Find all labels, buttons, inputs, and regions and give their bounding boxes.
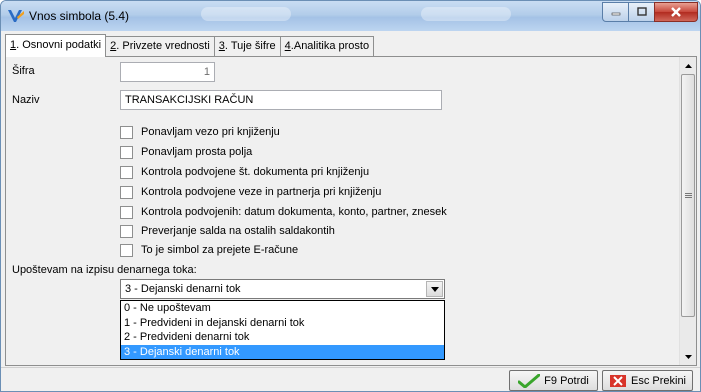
- minimize-button[interactable]: [602, 2, 629, 22]
- cashflow-dropdown-list: 0 - Ne upoštevam 1 - Predvideni in dejan…: [120, 300, 445, 360]
- sifra-label: Šifra: [12, 65, 35, 77]
- cashflow-select-value: 3 - Dejanski denarni tok: [125, 283, 241, 295]
- sifra-field[interactable]: 1: [120, 62, 215, 82]
- checkbox-box[interactable]: [120, 205, 133, 219]
- dropdown-option[interactable]: 0 - Ne upoštevam: [121, 301, 444, 316]
- checkbox-box[interactable]: [120, 125, 133, 139]
- title-glow-decor: [421, 7, 511, 21]
- checkbox-label: Kontrola podvojenih: datum dokumenta, ko…: [141, 206, 447, 218]
- checkbox-kontrola-veze-partnerja[interactable]: Kontrola podvojene veze in partnerja pri…: [120, 184, 381, 200]
- checkbox-label: Preverjanje salda na ostalih saldakontih: [141, 225, 335, 237]
- checkbox-label: To je simbol za prejete E-račune: [141, 244, 299, 256]
- checkmark-icon: [518, 373, 541, 388]
- scrollbar-thumb[interactable]: [681, 74, 695, 317]
- checkbox-box[interactable]: [120, 224, 133, 238]
- button-bar: F9 Potrdi Esc Prekini: [1, 367, 700, 391]
- close-button[interactable]: [654, 2, 698, 22]
- tab-osnovni-podatki[interactable]: 1. Osnovni podatki: [5, 34, 107, 57]
- cashflow-select[interactable]: 3 - Dejanski denarni tok: [120, 279, 445, 299]
- cancel-button[interactable]: Esc Prekini: [602, 370, 693, 391]
- tab-privzete-vrednosti[interactable]: 2. Privzete vrednosti: [105, 36, 215, 56]
- tab-label: .Analitika prosto: [290, 40, 370, 52]
- minimize-icon: [611, 12, 620, 16]
- checkbox-e-racuni[interactable]: To je simbol za prejete E-račune: [120, 242, 298, 258]
- confirm-button[interactable]: F9 Potrdi: [509, 370, 598, 391]
- dropdown-option-selected[interactable]: 3 - Dejanski denarni tok: [121, 344, 444, 359]
- naziv-field[interactable]: TRANSAKCIJSKI RAČUN: [120, 90, 442, 110]
- title-bar[interactable]: Vnos simbola (5.4): [1, 1, 700, 31]
- checkbox-ponavljam-vezo[interactable]: Ponavljam vezo pri knjiženju: [120, 124, 280, 140]
- checkbox-label: Ponavljam prosta polja: [141, 146, 253, 158]
- grip-icon: [684, 192, 692, 198]
- chevron-down-icon: [430, 286, 439, 292]
- checkbox-box[interactable]: [120, 145, 133, 159]
- checkbox-ponavljam-prosta-polja[interactable]: Ponavljam prosta polja: [120, 144, 252, 160]
- naziv-label: Naziv: [12, 94, 40, 106]
- checkbox-kontrola-podvojenih[interactable]: Kontrola podvojenih: datum dokumenta, ko…: [120, 204, 447, 220]
- tab-label: . Osnovni podatki: [16, 39, 102, 51]
- vertical-scrollbar[interactable]: [679, 57, 696, 365]
- checkbox-label: Kontrola podvojene št. dokumenta pri knj…: [141, 166, 370, 178]
- window-title: Vnos simbola (5.4): [29, 9, 130, 23]
- scroll-up-button[interactable]: [680, 57, 696, 74]
- checkbox-preverjanje-salda[interactable]: Preverjanje salda na ostalih saldakontih: [120, 223, 335, 239]
- close-icon: [609, 374, 626, 387]
- tab-content-panel: Šifra 1 Naziv TRANSAKCIJSKI RAČUN Ponavl…: [5, 56, 697, 366]
- app-icon: [8, 10, 24, 22]
- cancel-button-label: Esc Prekini: [630, 374, 687, 387]
- checkbox-label: Ponavljam vezo pri knjiženju: [141, 126, 280, 138]
- title-glow-decor: [201, 7, 291, 21]
- confirm-button-label: F9 Potrdi: [544, 374, 589, 387]
- tab-label: . Privzete vrednosti: [116, 40, 210, 52]
- tab-strip: 1. Osnovni podatki 2. Privzete vrednosti…: [5, 34, 375, 57]
- arrow-up-icon: [684, 63, 692, 68]
- checkbox-label: Kontrola podvojene veze in partnerja pri…: [141, 186, 382, 198]
- checkbox-kontrola-st-dokumenta[interactable]: Kontrola podvojene št. dokumenta pri knj…: [120, 164, 369, 180]
- arrow-down-icon: [684, 354, 692, 359]
- checkbox-box[interactable]: [120, 165, 133, 179]
- scroll-down-button[interactable]: [680, 348, 696, 365]
- cashflow-label: Upoštevam na izpisu denarnega toka:: [12, 264, 197, 276]
- checkbox-box[interactable]: [120, 185, 133, 199]
- maximize-button[interactable]: [628, 2, 655, 22]
- dropdown-option[interactable]: 2 - Predvideni denarni tok: [121, 330, 444, 345]
- dialog-window: Vnos simbola (5.4) 1. Osnovni podatki 2.…: [0, 0, 701, 392]
- maximize-icon: [636, 7, 647, 16]
- dropdown-option[interactable]: 1 - Predvideni in dejanski denarni tok: [121, 316, 444, 331]
- dropdown-button[interactable]: [426, 281, 443, 297]
- tab-label: . Tuje šifre: [224, 40, 276, 52]
- tab-tuje-sifre[interactable]: 3. Tuje šifre: [213, 36, 281, 56]
- checkbox-box[interactable]: [120, 243, 133, 257]
- close-icon: [671, 7, 681, 17]
- tab-analitika-prosto[interactable]: 4.Analitika prosto: [279, 36, 375, 56]
